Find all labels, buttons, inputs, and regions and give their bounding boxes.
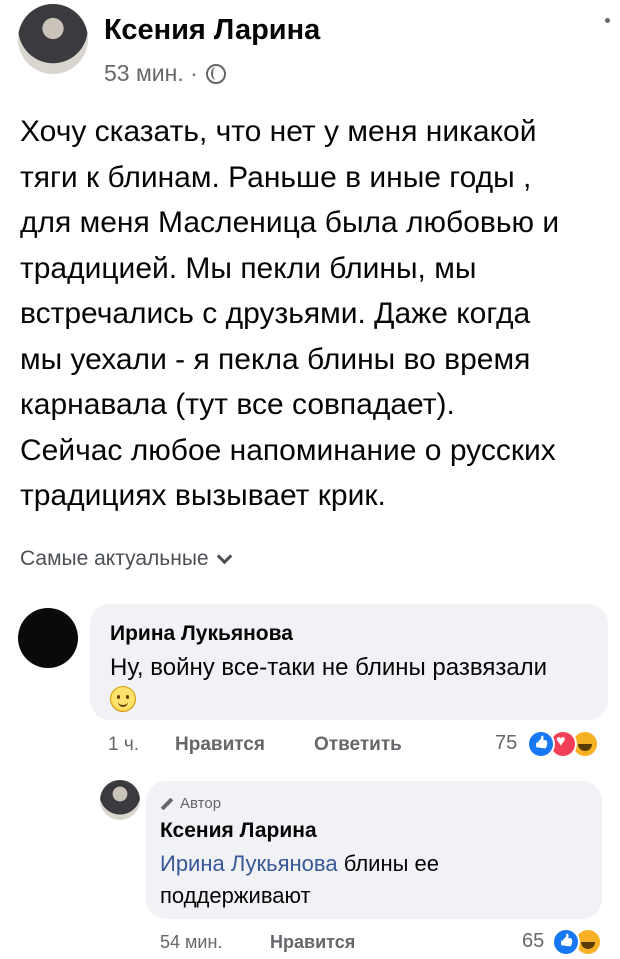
author-avatar[interactable]: [18, 4, 88, 74]
comment-like-button[interactable]: Нравится: [175, 734, 265, 756]
post-text: Хочу сказать, что нет у меня никакой тяг…: [20, 115, 560, 512]
reply-time[interactable]: 54 мин.: [160, 932, 222, 953]
post-meta: 53 мин. ·: [104, 60, 226, 87]
commenter-avatar[interactable]: [18, 608, 78, 668]
globe-icon: [205, 63, 226, 84]
post-author-name[interactable]: Ксения Ларина: [104, 14, 320, 47]
comment-time[interactable]: 1 ч.: [108, 734, 139, 756]
author-badge-label: Автор: [180, 795, 222, 812]
comment-author-name[interactable]: Ирина Лукьянова: [110, 622, 293, 646]
reply-text: Ирина Лукьянова блины ее поддерживают: [160, 848, 590, 912]
post-time[interactable]: 53 мин. ·: [104, 60, 198, 87]
comment-reaction-count[interactable]: 75: [495, 732, 517, 755]
like-icon: [552, 928, 580, 956]
author-badge: Автор: [160, 795, 221, 812]
chevron-down-icon: [216, 548, 232, 564]
comment-reply-button[interactable]: Ответить: [314, 734, 402, 756]
comments-sort-dropdown[interactable]: Самые актуальные: [20, 547, 232, 571]
like-icon: [527, 730, 555, 758]
more-options-icon[interactable]: [605, 18, 610, 23]
reply-like-button[interactable]: Нравится: [270, 932, 355, 953]
comment-text: Ну, войну все-таки не блины развязали: [110, 654, 548, 681]
reply-author-name[interactable]: Ксения Ларина: [160, 819, 317, 843]
smiley-emoji-icon: [110, 686, 136, 712]
reply-mention-link[interactable]: Ирина Лукьянова: [160, 851, 338, 876]
reply-author-avatar[interactable]: [100, 780, 140, 820]
pen-icon: [160, 797, 174, 810]
reply-reaction-count[interactable]: 65: [522, 930, 544, 953]
comments-sort-label: Самые актуальные: [20, 547, 209, 570]
